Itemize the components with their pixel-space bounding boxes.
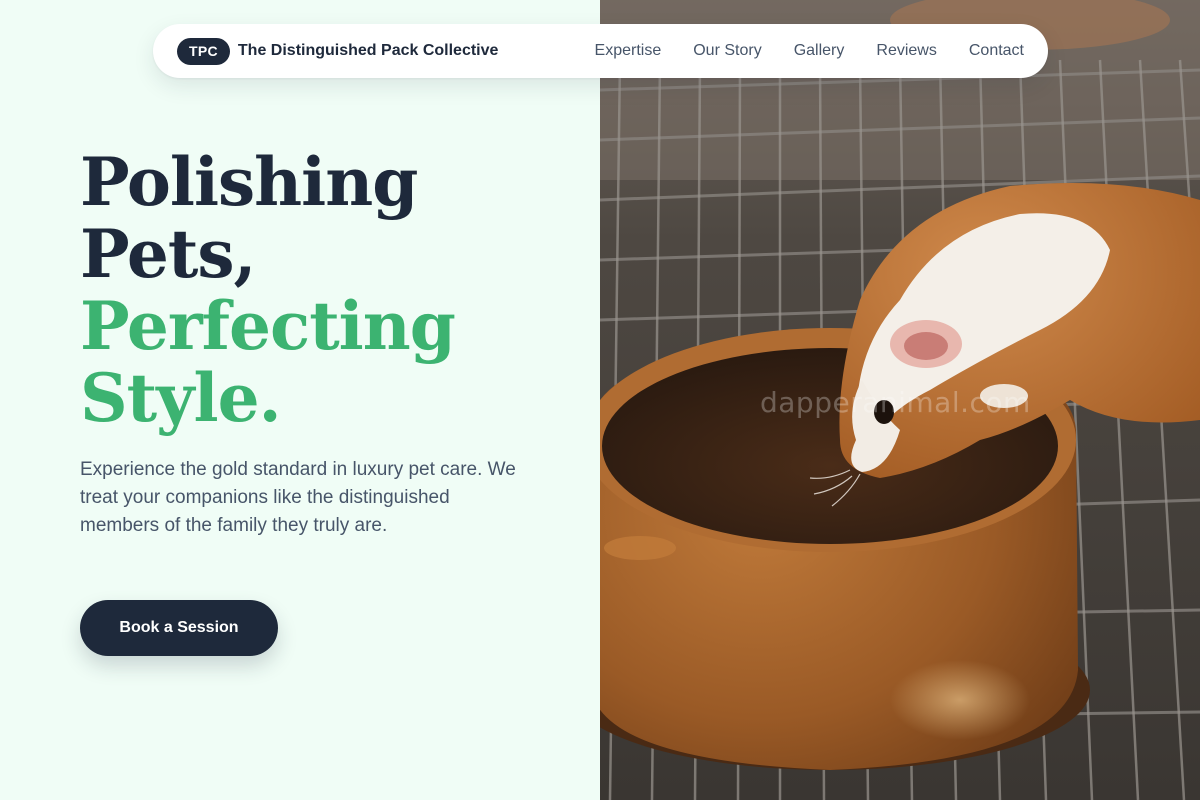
- nav-link-reviews[interactable]: Reviews: [876, 42, 936, 60]
- hero-title-line: Polishing: [80, 143, 418, 221]
- book-session-button[interactable]: Book a Session: [80, 600, 278, 656]
- hero-title-accent-line: Style.: [80, 359, 282, 437]
- hero-photo: dapperanimal.com: [600, 0, 1200, 800]
- nav-link-contact[interactable]: Contact: [969, 42, 1024, 60]
- photo-watermark: dapperanimal.com: [760, 386, 1031, 419]
- nav-links: Expertise Our Story Gallery Reviews Cont…: [595, 42, 1024, 60]
- nav-link-our-story[interactable]: Our Story: [693, 42, 761, 60]
- hero-description: Experience the gold standard in luxury p…: [80, 459, 516, 536]
- nav-link-expertise[interactable]: Expertise: [595, 42, 662, 60]
- hero-title: Polishing Pets, Perfecting Style.: [80, 143, 456, 437]
- nav-link-gallery[interactable]: Gallery: [794, 42, 845, 60]
- brand-badge[interactable]: TPC: [177, 37, 230, 65]
- top-navigation: TPC The Distinguished Pack Collective Ex…: [153, 24, 1048, 78]
- brand-name[interactable]: The Distinguished Pack Collective: [238, 42, 499, 60]
- hero-title-accent-line: Perfecting: [80, 287, 456, 365]
- hero-title-line: Pets,: [80, 215, 256, 293]
